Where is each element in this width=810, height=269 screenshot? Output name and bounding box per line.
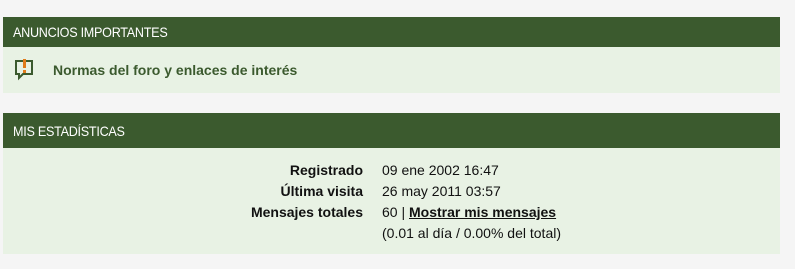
stat-value: 60 | Mostrar mis mensajes — [382, 202, 780, 223]
posts-detail: (0.01 al día / 0.00% del total) — [382, 225, 561, 241]
stats-table: Registrado 09 ene 2002 16:47 Última visi… — [3, 160, 780, 244]
announcement-link-forum-rules[interactable]: Normas del foro y enlaces de interés — [53, 62, 297, 78]
stat-row-last-visit: Última visita 26 may 2011 03:57 — [3, 181, 780, 202]
stat-label: Última visita — [280, 183, 363, 199]
show-my-posts-link[interactable]: Mostrar mis mensajes — [409, 204, 556, 220]
announcement-icon — [3, 47, 44, 93]
stats-panel: MIS ESTADÍSTICAS Registrado 09 ene 2002 … — [3, 113, 780, 254]
stat-label-empty — [3, 223, 382, 244]
stats-body: Registrado 09 ene 2002 16:47 Última visi… — [3, 148, 780, 254]
stat-row-registered: Registrado 09 ene 2002 16:47 — [3, 160, 780, 181]
stat-value: 26 may 2011 03:57 — [382, 183, 501, 199]
announcements-title: ANUNCIOS IMPORTANTES — [13, 24, 168, 40]
stats-header: MIS ESTADÍSTICAS — [3, 113, 780, 163]
post-count: 60 — [382, 204, 398, 220]
stat-row-posts-detail: (0.01 al día / 0.00% del total) — [3, 223, 780, 244]
stat-label: Mensajes totales — [250, 204, 363, 220]
scrollbar-gutter — [795, 0, 810, 269]
stat-row-total-posts: Mensajes totales 60 | Mostrar mis mensaj… — [3, 202, 780, 223]
stat-value: 09 ene 2002 16:47 — [382, 162, 499, 178]
page: ANUNCIOS IMPORTANTES Normas del foro y e… — [0, 0, 810, 269]
announcements-body: Normas del foro y enlaces de interés — [3, 47, 780, 93]
stats-title: MIS ESTADÍSTICAS — [13, 122, 125, 139]
separator: | — [401, 204, 406, 220]
announcements-header: ANUNCIOS IMPORTANTES — [3, 17, 780, 62]
announcements-panel: ANUNCIOS IMPORTANTES Normas del foro y e… — [3, 17, 780, 93]
stat-label: Registrado — [289, 162, 363, 178]
